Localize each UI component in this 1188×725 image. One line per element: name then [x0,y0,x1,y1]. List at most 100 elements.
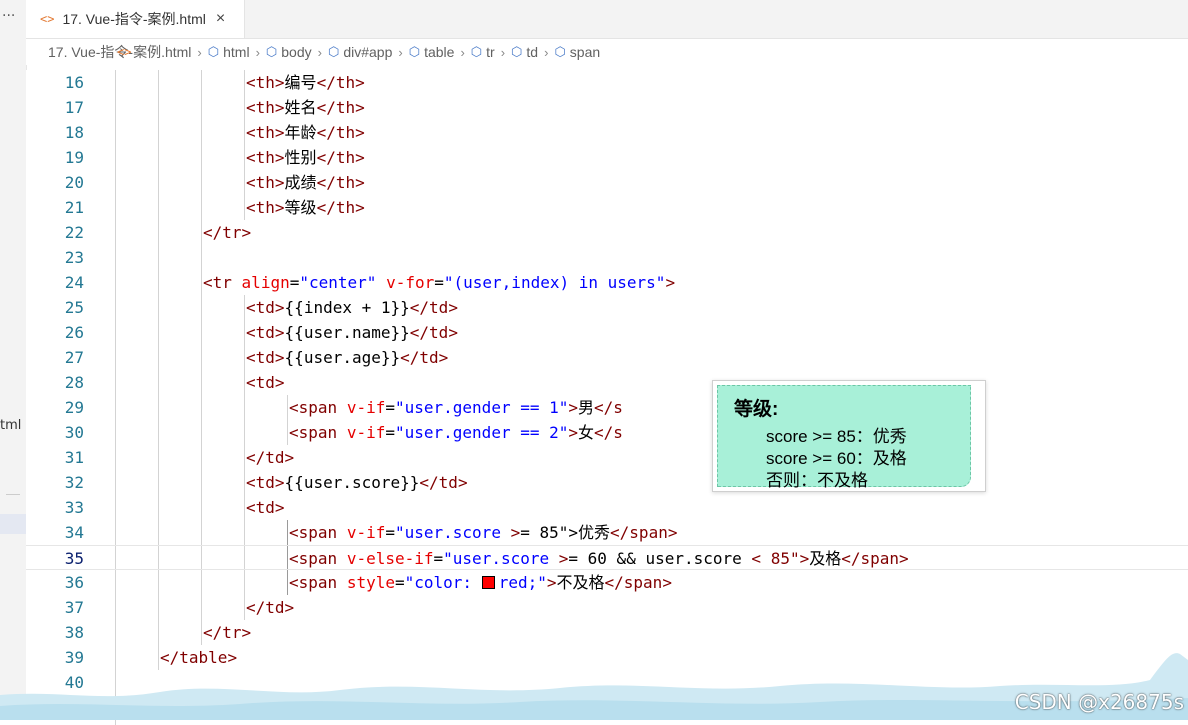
bottom-wave-decoration [0,653,1188,720]
code-text: </td> [246,598,295,617]
code-line[interactable]: 36 <span style="color: red;">不及格</span> [26,570,1188,595]
code-text: <th>成绩</th> [246,173,365,192]
code-line[interactable]: 23 [26,245,1188,270]
breadcrumb-item[interactable]: ⬡ body [266,44,312,60]
line-number: 23 [64,248,84,267]
code-text: <td>{{index + 1}}</td> [246,298,458,317]
breadcrumb-item[interactable]: ⬡ html [208,44,250,60]
line-number: 32 [64,473,84,492]
breadcrumb-item[interactable]: <> 17. Vue-指令-案例.html [48,42,191,62]
code-text: <td>{{user.score}}</td> [246,473,468,492]
hover-tooltip: 等级: score >= 85：优秀 score >= 60：及格 否则：不及格 [712,380,986,492]
activity-bar: ... tml [0,0,27,720]
code-line[interactable]: 31 </td> [26,445,1188,470]
line-number: 25 [64,298,84,317]
code-line[interactable]: 22 </tr> [26,220,1188,245]
breadcrumb-item[interactable]: ⬡ tr [471,44,495,60]
breadcrumb-label: tr [486,44,495,60]
code-text: <span v-if="user.gender == 2">女</s [289,423,623,442]
breadcrumb-label: td [526,44,539,60]
breadcrumb-label: table [424,44,455,60]
code-text: <th>编号</th> [246,73,365,92]
cube-icon: ⬡ [511,44,523,59]
tooltip-title: 等级: [734,399,779,420]
code-text: </td> [246,448,295,467]
code-line[interactable]: 25 <td>{{index + 1}}</td> [26,295,1188,320]
line-number: 27 [64,348,84,367]
line-number: 16 [64,73,84,92]
code-text: <th>性别</th> [246,148,365,167]
code-line[interactable]: 35 <span v-else-if="user.score >= 60 && u… [26,545,1188,570]
line-number: 29 [64,398,84,417]
code-line[interactable]: 34 <span v-if="user.score >= 85">优秀</span… [26,520,1188,545]
code-line[interactable]: 29 <span v-if="user.gender == 1">男</s [26,395,1188,420]
chevron-right-icon: › [255,44,260,60]
breadcrumb-label: div#app [343,44,393,60]
code-text: <span v-if="user.gender == 1">男</s [289,398,623,417]
code-text: <td>{{user.name}}</td> [246,323,458,342]
line-number: 18 [64,123,84,142]
line-number: 24 [64,273,84,292]
code-editor[interactable]: 16 <th>编号</th> 17 <th>姓名</th> 18 <th>年龄</th> 1… [26,70,1188,725]
cube-icon: ⬡ [470,44,483,59]
watermark: CSDN @x26875s [1014,690,1184,714]
tooltip-row: 否则：不及格 [766,471,868,490]
code-text: <span v-else-if="user.score >= 60 && use… [289,549,909,568]
code-line[interactable]: 16 <th>编号</th> [26,70,1188,95]
code-text: <th>姓名</th> [246,98,365,117]
breadcrumb-item[interactable]: ⬡ table [409,44,455,60]
breadcrumb-item[interactable]: ⬡ td [511,44,538,60]
code-line[interactable]: 32 <td>{{user.score}}</td> [26,470,1188,495]
code-line[interactable]: 17 <th>姓名</th> [26,95,1188,120]
code-line[interactable]: 19 <th>性别</th> [26,145,1188,170]
line-number: 30 [64,423,84,442]
code-text: <span style="color: red;">不及格</span> [289,573,672,592]
explorer-selected-row[interactable] [0,514,26,534]
close-icon[interactable]: × [216,10,225,28]
line-number: 33 [64,498,84,517]
cube-icon: ⬡ [408,44,421,59]
divider [6,494,20,495]
chevron-right-icon: › [544,44,549,60]
breadcrumb-item[interactable]: ⬡ span [554,44,600,60]
code-line[interactable]: 30 <span v-if="user.gender == 2">女</s [26,420,1188,445]
line-number: 20 [64,173,84,192]
cube-icon: ⬡ [207,44,220,59]
explorer-file-fragment[interactable]: tml [0,418,21,433]
code-line[interactable]: 37 </td> [26,595,1188,620]
code-line[interactable]: 27 <td>{{user.age}}</td> [26,345,1188,370]
breadcrumb-label: html [223,44,250,60]
code-line[interactable]: 28 <td> [26,370,1188,395]
line-number: 19 [64,148,84,167]
code-text: <td>{{user.age}}</td> [246,348,449,367]
cube-icon: ⬡ [554,44,566,59]
code-text: <td> [246,498,285,517]
breadcrumb-label: span [569,44,601,60]
tooltip-note: 等级: score >= 85：优秀 score >= 60：及格 否则：不及格 [717,385,971,490]
code-line[interactable]: 33 <td> [26,495,1188,520]
more-actions-icon[interactable]: ... [2,4,15,20]
code-text: <td> [246,373,285,392]
line-number: 34 [64,523,84,542]
code-line[interactable]: 18 <th>年龄</th> [26,120,1188,145]
tab-active-file[interactable]: <> 17. Vue-指令-案例.html × [26,0,245,38]
code-line[interactable]: 26 <td>{{user.name}}</td> [26,320,1188,345]
line-number: 21 [64,198,84,217]
line-number: 37 [64,598,84,617]
chevron-right-icon: › [197,44,202,60]
tab-title: 17. Vue-指令-案例.html [62,11,206,27]
color-swatch [481,576,495,589]
tab-bar: <> 17. Vue-指令-案例.html × [26,0,1188,39]
chevron-right-icon: › [500,44,506,60]
cube-icon: ⬡ [265,44,278,59]
breadcrumb-item[interactable]: ⬡ div#app [328,44,392,60]
chevron-right-icon: › [317,44,322,60]
chevron-right-icon: › [460,44,465,60]
code-line[interactable]: 21 <th>等级</th> [26,195,1188,220]
code-file-icon: <> [117,45,132,59]
line-number: 35 [64,549,84,568]
code-line[interactable]: 24 <tr align="center" v-for="(user,index)… [26,270,1188,295]
code-text: <tr align="center" v-for="(user,index) i… [203,273,676,292]
cube-icon: ⬡ [327,44,340,59]
code-line[interactable]: 20 <th>成绩</th> [26,170,1188,195]
